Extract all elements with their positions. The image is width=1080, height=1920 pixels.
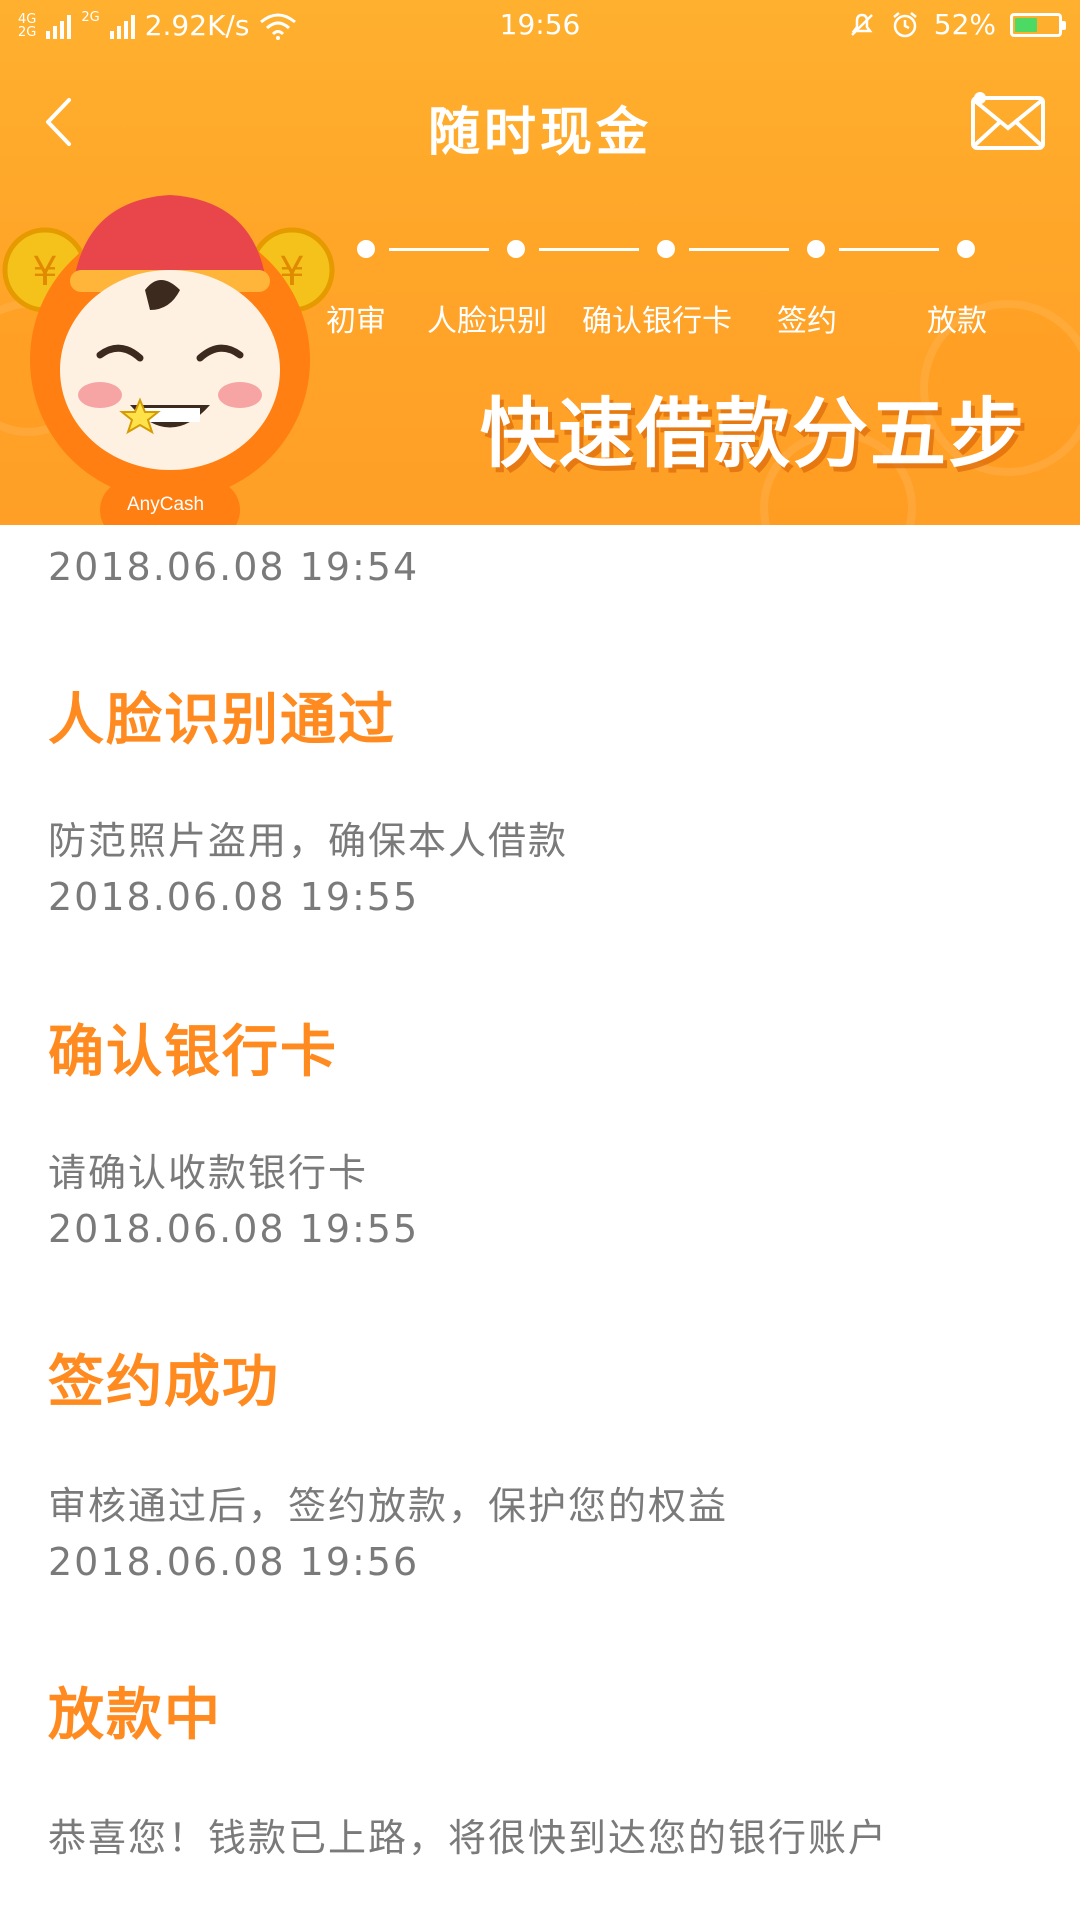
step-connector (539, 248, 639, 251)
loan-steps-progress: 初审 人脸识别 确认银行卡 签约 放款 (0, 240, 1080, 350)
timeline-item-time: 2018.06.08 19:56 (48, 1540, 420, 1584)
timeline-item-title: 签约成功 (48, 1350, 280, 1415)
battery-icon (1010, 12, 1066, 37)
step-connector (389, 248, 489, 251)
timeline-item-title: 确认银行卡 (48, 1020, 338, 1085)
timeline-item-desc: 请确认收款银行卡 (48, 1151, 369, 1195)
battery-percent: 52% (933, 8, 996, 41)
timeline-item-time: 2018.06.08 19:55 (48, 1207, 420, 1251)
bell-muted-icon (850, 13, 873, 36)
banner-slogan: 快速借款分五步 (480, 389, 1026, 478)
step-label-initial-review: 初审 (326, 304, 386, 339)
step-dot (957, 240, 975, 258)
header-banner: 4G 2G 2G 2.92K/s 19:56 52% 随时现金 ¥ ¥ AnyC… (0, 0, 1080, 525)
step-dot (657, 240, 675, 258)
page-title: 随时现金 (427, 103, 652, 163)
timeline-item-time: 2018.06.08 19:55 (48, 875, 420, 919)
mascot-illustration: ¥ ¥ (2, 195, 335, 525)
timeline-item-desc: 审核通过后，签约放款，保护您的权益 (48, 1484, 729, 1528)
step-label-sign: 签约 (777, 304, 837, 339)
timeline-item-title: 人脸识别通过 (48, 688, 396, 753)
timeline-item-desc: 恭喜您！钱款已上路，将很快到达您的银行账户 (48, 1816, 889, 1860)
step-dot (357, 240, 375, 258)
step-connector (839, 248, 939, 251)
navigation-bar: 随时现金 (0, 70, 1080, 175)
step-dot (807, 240, 825, 258)
message-button[interactable] (970, 92, 1046, 152)
timeline-item-title: 放款中 (48, 1683, 222, 1748)
timeline-time: 2018.06.08 19:54 (48, 545, 420, 589)
battery-fill (1015, 17, 1037, 32)
timeline-item-desc: 防范照片盗用，确保本人借款 (48, 819, 569, 863)
step-label-face-recognition: 人脸识别 (427, 304, 547, 339)
step-label-confirm-bank-card: 确认银行卡 (582, 304, 732, 339)
step-connector (689, 248, 789, 251)
brand-name: AnyCash (127, 494, 205, 515)
step-dot (507, 240, 525, 258)
mail-icon (971, 92, 1045, 150)
alarm-clock-icon (892, 11, 917, 37)
status-bar: 4G 2G 2G 2.92K/s 19:56 52% (0, 0, 1080, 56)
step-label-disburse: 放款 (927, 304, 987, 339)
